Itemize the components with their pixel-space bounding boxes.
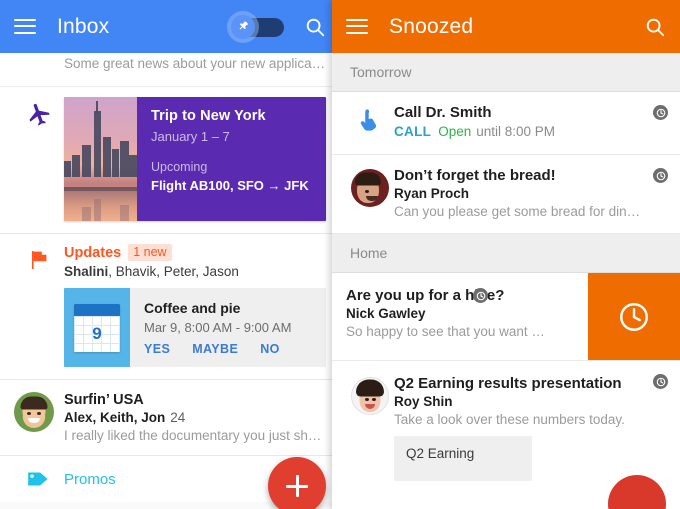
pin-toggle-switch[interactable]	[231, 14, 284, 39]
clock-icon	[620, 302, 648, 331]
message-sender: Nick Gawley	[346, 306, 426, 321]
avatar-slot	[346, 375, 394, 481]
page-title: Inbox	[57, 14, 110, 38]
message-subject: Don’t forget the bread!	[394, 167, 556, 184]
section-header-home: Home	[332, 234, 680, 273]
screenshot-stage: Inbox Some great news about your new app…	[0, 0, 680, 509]
message-snippet: Can you please get some bread for dinner…	[394, 204, 642, 219]
section-header-tomorrow: Tomorrow	[332, 53, 680, 92]
snoozed-appbar: Snoozed	[332, 0, 680, 53]
rsvp-yes-button[interactable]: YES	[144, 342, 170, 356]
bundle-senders: Shalini, Bhavik, Peter, Jason	[64, 264, 326, 279]
promos-label: Promos	[64, 470, 116, 488]
thread-message-count: 24	[170, 410, 186, 425]
plus-icon	[286, 475, 308, 497]
trip-bundle-row[interactable]: Trip to New York January 1 – 7 Upcoming …	[0, 87, 340, 234]
message-sender: Ryan Proch	[394, 186, 470, 201]
call-action-link[interactable]: CALL	[394, 124, 431, 139]
clock-icon[interactable]	[473, 288, 488, 303]
message-snippet: Take a look over these numbers today.	[394, 412, 625, 427]
search-icon[interactable]	[644, 16, 666, 38]
sender-rest: , Bhavik, Peter, Jason	[108, 264, 239, 279]
message-body: Are you up for a hike? Nick Gawley So ha…	[332, 287, 576, 360]
updates-bundle-body: Updates 1 new Shalini, Bhavik, Peter, Ja…	[64, 244, 326, 367]
thread-subject: Surfin’ USA	[64, 392, 144, 408]
airplane-icon	[14, 97, 64, 221]
thread-senders: Alex, Keith, Jon	[64, 410, 166, 425]
thread-body: Surfin’ USA Alex, Keith, Jon 24 I really …	[54, 392, 326, 443]
calendar-event-card[interactable]: 9 Coffee and pie Mar 9, 8:00 AM - 9:00 A…	[64, 288, 326, 367]
inbox-list: Some great news about your new applica…	[0, 53, 340, 502]
message-subject: Q2 Earning results presentation	[394, 375, 622, 392]
trip-title: Trip to New York	[151, 108, 266, 124]
message-body: Don’t forget the bread! Ryan Proch Can y…	[394, 167, 668, 219]
snoozed-panel: Snoozed Tomorrow Call Dr. Smith CALL Open…	[332, 0, 680, 509]
calendar-day: 9	[92, 323, 102, 343]
new-count-badge: 1 new	[128, 244, 172, 261]
message-subject: Are you up for a hike?	[346, 287, 505, 304]
updates-header: Updates 1 new	[64, 244, 326, 261]
event-details: Coffee and pie Mar 9, 8:00 AM - 9:00 AM …	[130, 288, 326, 367]
compose-fab-button[interactable]	[268, 457, 326, 509]
avatar-slot	[346, 167, 394, 219]
message-sender: Roy Shin	[394, 394, 453, 409]
reminder-title: Call Dr. Smith	[394, 104, 492, 121]
reminder-body: Call Dr. Smith CALL Open until 8:00 PM	[394, 104, 668, 139]
event-title: Coffee and pie	[144, 300, 241, 316]
list-item-message[interactable]: Q2 Earning results presentation Roy Shin…	[332, 361, 680, 494]
inbox-appbar: Inbox	[0, 0, 340, 53]
message-snippet: So happy to see that you want to join us…	[346, 324, 546, 339]
tag-icon	[14, 466, 64, 492]
open-status: Open	[438, 124, 472, 139]
page-title: Snoozed	[389, 14, 474, 38]
list-item-reminder[interactable]: Call Dr. Smith CALL Open until 8:00 PM	[332, 92, 680, 155]
sender-primary: Shalini	[64, 264, 109, 279]
reminder-finger-icon	[346, 104, 394, 139]
avatar[interactable]	[351, 377, 389, 415]
open-until: until 8:00 PM	[476, 124, 556, 139]
hamburger-menu-icon[interactable]	[14, 18, 36, 35]
thread-snippet: I really liked the documentary you just …	[64, 428, 322, 443]
list-item-partial[interactable]: Some great news about your new applica…	[0, 53, 340, 87]
calendar-icon: 9	[64, 288, 130, 367]
message-body: Q2 Earning results presentation Roy Shin…	[394, 375, 668, 481]
clock-icon[interactable]	[653, 105, 668, 120]
pin-icon	[231, 14, 255, 39]
thread-participants: Alex, Keith, Jon 24	[64, 410, 326, 425]
trip-details: Trip to New York January 1 – 7 Upcoming …	[137, 97, 326, 221]
rsvp-no-button[interactable]: NO	[260, 342, 280, 356]
hamburger-menu-icon[interactable]	[346, 18, 368, 35]
trip-bundle-body: Trip to New York January 1 – 7 Upcoming …	[64, 97, 326, 221]
new-york-skyline-photo	[64, 97, 137, 221]
email-snippet: Some great news about your new applica…	[64, 56, 326, 71]
avatar[interactable]	[14, 392, 54, 432]
updates-bundle-row[interactable]: Updates 1 new Shalini, Bhavik, Peter, Ja…	[0, 234, 340, 380]
trip-dates: January 1 – 7	[151, 129, 230, 144]
list-item-thread[interactable]: Surfin’ USA Alex, Keith, Jon 24 I really …	[0, 380, 340, 456]
event-time: Mar 9, 8:00 AM - 9:00 AM	[144, 320, 292, 335]
list-item-swiping[interactable]: Are you up for a hike? Nick Gawley So ha…	[332, 273, 680, 361]
inbox-panel: Inbox Some great news about your new app…	[0, 0, 340, 509]
bundle-name: Updates	[64, 244, 122, 261]
reminder-meta: CALL Open until 8:00 PM	[394, 124, 642, 139]
clock-icon[interactable]	[653, 374, 668, 389]
snooze-swipe-action[interactable]	[588, 273, 680, 360]
swipe-card-content[interactable]: Are you up for a hike? Nick Gawley So ha…	[332, 273, 588, 360]
list-item-message[interactable]: Don’t forget the bread! Ryan Proch Can y…	[332, 155, 680, 234]
trip-status: Upcoming	[151, 160, 208, 174]
rsvp-maybe-button[interactable]: MAYBE	[192, 342, 238, 356]
rsvp-actions: YES MAYBE NO	[144, 342, 316, 356]
attachment-card[interactable]: Q2 Earning	[394, 436, 532, 481]
trip-card[interactable]: Trip to New York January 1 – 7 Upcoming …	[64, 97, 326, 221]
avatar[interactable]	[351, 169, 389, 207]
search-icon[interactable]	[304, 16, 326, 38]
trip-flight: Flight AB100, SFO → JFK	[151, 178, 309, 193]
flag-icon	[14, 244, 64, 367]
clock-icon[interactable]	[653, 168, 668, 183]
